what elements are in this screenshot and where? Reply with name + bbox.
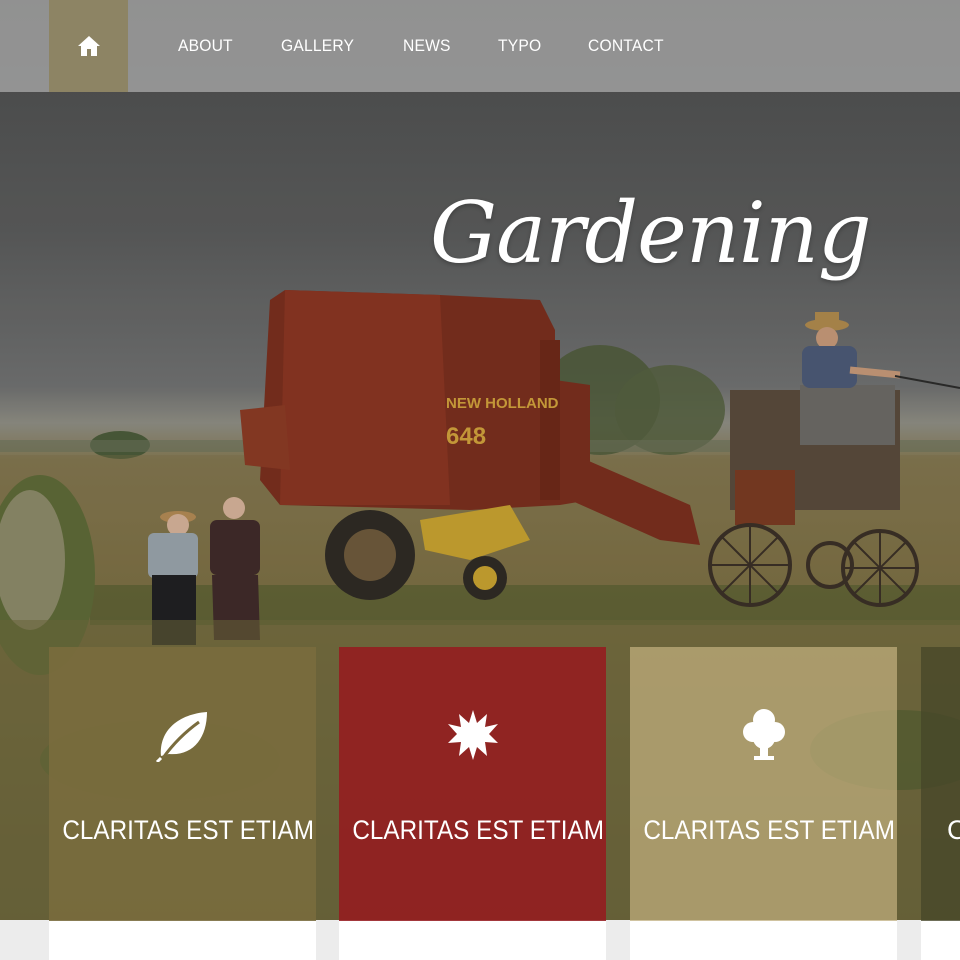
top-navigation: ABOUT GALLERY NEWS TYPO CONTACT: [0, 0, 960, 92]
nav-item-contact[interactable]: CONTACT: [588, 36, 664, 56]
feature-box-1[interactable]: CLARITAS EST ETIAM: [49, 647, 316, 921]
feature-box-3[interactable]: CLARITAS EST ETIAM: [630, 647, 897, 921]
feature-card-4: [921, 921, 960, 960]
sun-burst-icon: [443, 707, 503, 763]
feature-box-4[interactable]: C: [921, 647, 960, 921]
feature-label-2: CLARITAS EST ETIAM: [352, 815, 604, 845]
leaf-icon: [153, 707, 213, 763]
feature-label-4: C: [947, 815, 960, 845]
feature-label-3: CLARITAS EST ETIAM: [643, 815, 895, 845]
nav-item-typo[interactable]: TYPO: [498, 36, 541, 56]
feature-section: CLARITAS EST ETIAM CLARITAS EST ETIAM CL…: [0, 647, 960, 960]
nav-item-about[interactable]: ABOUT: [178, 36, 233, 56]
home-icon: [77, 36, 100, 56]
nav-links: ABOUT GALLERY NEWS TYPO CONTACT: [178, 0, 670, 92]
tree-icon: [734, 707, 794, 763]
nav-item-gallery[interactable]: GALLERY: [281, 36, 354, 56]
feature-card-2: [339, 921, 606, 960]
feature-card-3: [630, 921, 897, 960]
feature-box-2[interactable]: CLARITAS EST ETIAM: [339, 647, 606, 921]
feature-label-1: CLARITAS EST ETIAM: [62, 815, 314, 845]
feature-card-1: [49, 921, 316, 960]
hero-title: Gardening: [430, 184, 872, 282]
home-button[interactable]: [49, 0, 128, 92]
nav-item-news[interactable]: NEWS: [403, 36, 451, 56]
